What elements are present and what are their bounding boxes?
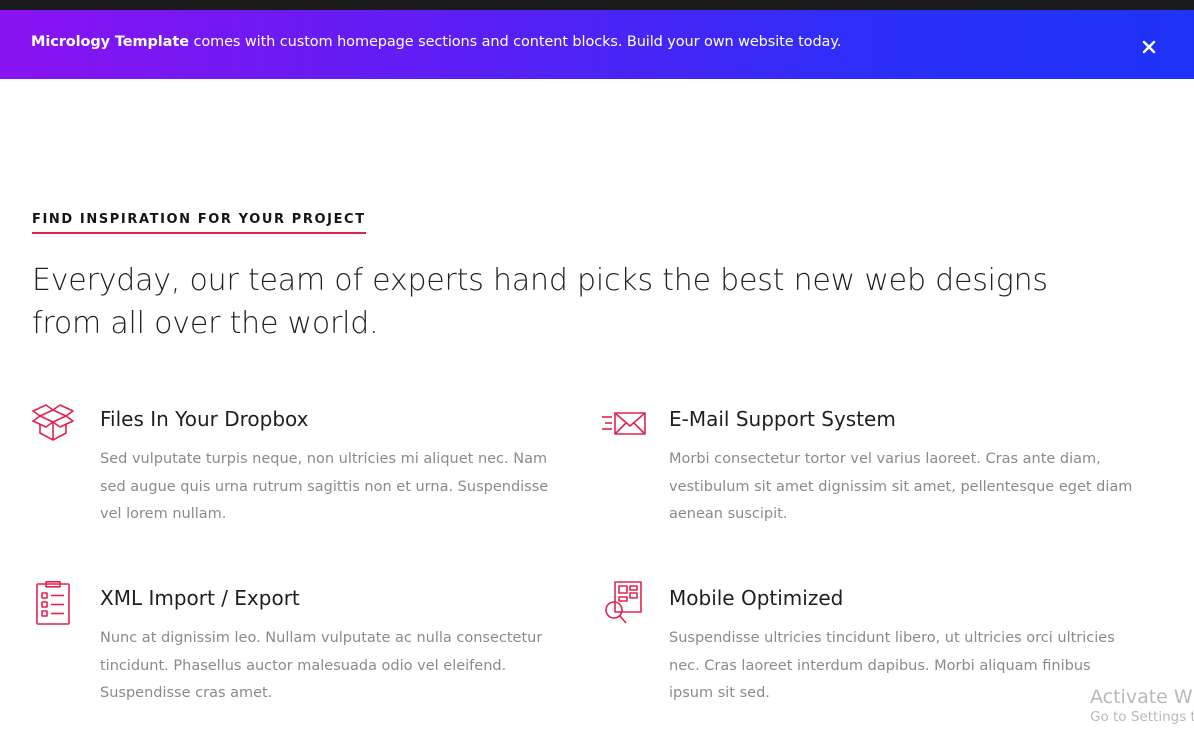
feature-title: Mobile Optimized [669,586,844,610]
close-icon[interactable] [1140,38,1158,56]
feature-description: Sed vulputate turpis neque, non ultricie… [100,451,549,522]
banner-text: Micrology Template comes with custom hom… [31,34,841,50]
search-layout-icon [601,581,647,627]
watermark-line-1: Activate Wir [1090,686,1194,708]
watermark-line-2: Go to Settings t [1090,709,1194,725]
feature-description: Nunc at dignissim leo. Nullam vulputate … [100,630,543,701]
email-icon [601,402,647,448]
banner-brand[interactable]: Micrology Template [31,34,189,50]
feature-title: XML Import / Export [100,586,300,610]
feature-title: Files In Your Dropbox [100,407,309,431]
banner-message: comes with custom homepage sections and … [188,34,842,50]
box-icon [32,402,78,448]
feature-description: Morbi consectetur tortor vel varius laor… [669,451,1133,522]
feature-description: Suspendisse ultricies tincidunt libero, … [669,630,1115,701]
announcement-banner: Micrology Template comes with custom hom… [0,10,1194,79]
section-eyebrow: FIND INSPIRATION FOR YOUR PROJECT [32,212,366,234]
clipboard-icon [32,581,78,627]
section-headline: Everyday, our team of experts hand picks… [32,263,1048,341]
windows-activation-watermark: Activate Wir Go to Settings t [1090,686,1194,725]
browser-top-strip [0,0,1194,10]
feature-title: E-Mail Support System [669,407,896,431]
